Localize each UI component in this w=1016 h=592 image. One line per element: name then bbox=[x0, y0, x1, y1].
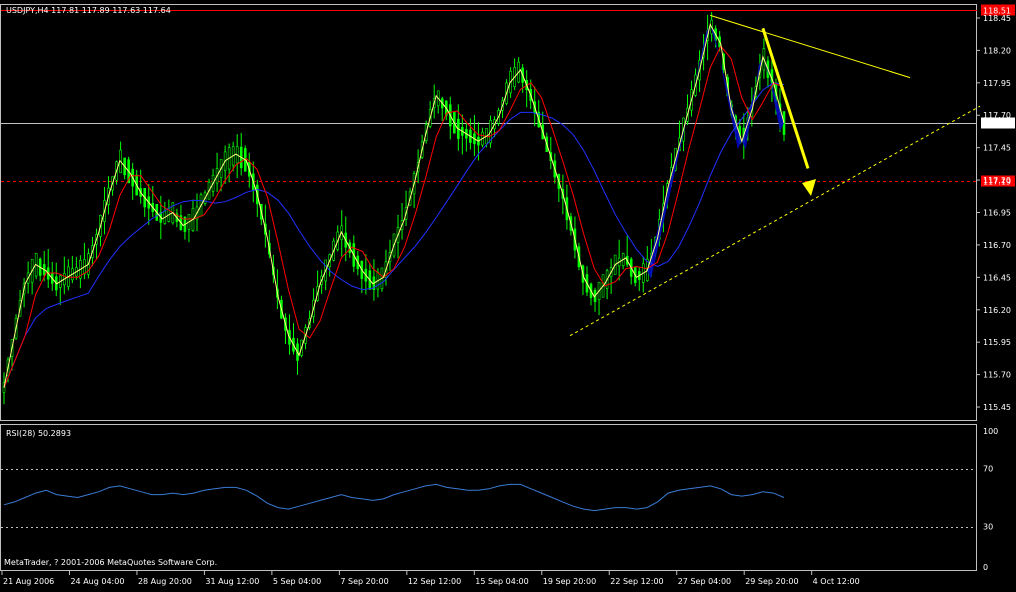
price-tick-label: 118.45 bbox=[983, 14, 1011, 23]
time-tick-label: 27 Sep 04:00 bbox=[678, 577, 731, 586]
price-tick-label: 115.45 bbox=[983, 403, 1011, 412]
time-tick-label: 29 Sep 20:00 bbox=[745, 577, 798, 586]
time-tick-label: 15 Sep 04:00 bbox=[475, 577, 528, 586]
time-tick-label: 31 Aug 12:00 bbox=[205, 577, 259, 586]
time-tick-label: 21 Aug 2006 bbox=[3, 577, 54, 586]
chart-svg: 118.51117.64117.19 118.45118.20117.95117… bbox=[0, 0, 1016, 588]
time-tick-label: 28 Aug 20:00 bbox=[138, 577, 192, 586]
price-tick-label: 118.20 bbox=[983, 46, 1011, 55]
price-tick-label: 116.95 bbox=[983, 209, 1011, 218]
rsi-tick-label: 30 bbox=[983, 523, 993, 532]
price-tick-label: 117.45 bbox=[983, 144, 1011, 153]
price-tick-label: 117.70 bbox=[983, 111, 1011, 120]
time-tick-label: 19 Sep 20:00 bbox=[543, 577, 596, 586]
rsi-tick-label: 0 bbox=[983, 563, 988, 572]
price-level-label-1: 117.64 bbox=[983, 120, 1011, 129]
time-tick-label: 4 Oct 12:00 bbox=[813, 577, 860, 586]
price-tick-label: 117.95 bbox=[983, 79, 1011, 88]
price-tick-label: 115.95 bbox=[983, 338, 1011, 347]
rsi-tick-label: 100 bbox=[983, 427, 998, 436]
time-tick-label: 5 Sep 04:00 bbox=[273, 577, 321, 586]
rsi-tick-label: 70 bbox=[983, 465, 993, 474]
time-tick-label: 22 Sep 12:00 bbox=[610, 577, 663, 586]
chart-window: 118.51 117.64 117.19 118.45 118.20 117.95 117… bbox=[0, 0, 1016, 588]
price-tick-label: 116.45 bbox=[983, 273, 1011, 282]
time-tick-label: 12 Sep 12:00 bbox=[408, 577, 461, 586]
rsi-header-label: RSI(28) 50.2893 bbox=[6, 429, 71, 438]
copyright-text: MetaTrader, ? 2001-2006 MetaQuotes Softw… bbox=[4, 558, 217, 567]
price-tick-label: 117.20 bbox=[983, 176, 1011, 185]
price-tick-label: 115.70 bbox=[983, 371, 1011, 380]
price-tick-label: 116.70 bbox=[983, 241, 1011, 250]
time-tick-label: 7 Sep 20:00 bbox=[340, 577, 388, 586]
chart-header-label: USDJPY,H4 117.81 117.89 117.63 117.64 bbox=[6, 6, 171, 15]
time-tick-label: 24 Aug 04:00 bbox=[70, 577, 124, 586]
price-tick-label: 116.20 bbox=[983, 306, 1011, 315]
